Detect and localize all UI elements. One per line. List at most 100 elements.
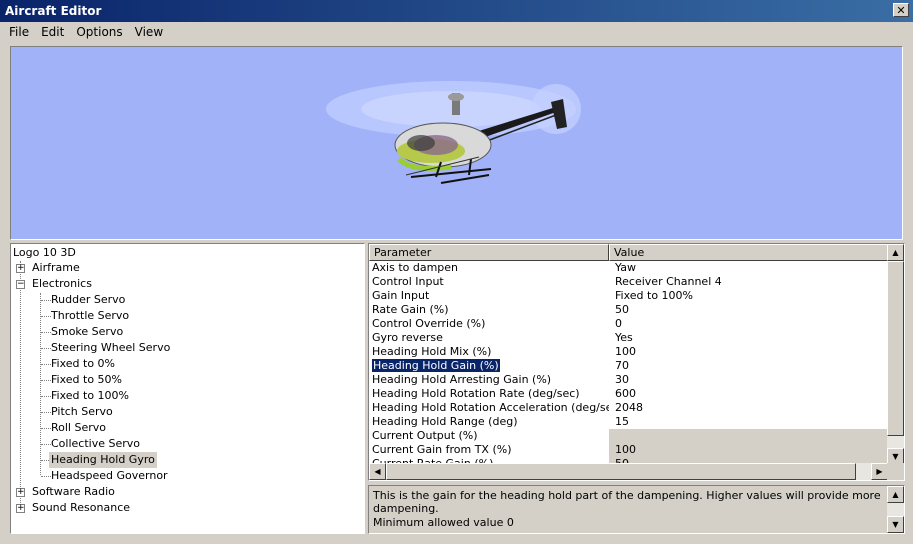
scroll-right-button[interactable]: ▶ (871, 463, 888, 480)
parameter-name: Heading Hold Arresting Gain (%) (372, 373, 552, 386)
parameter-value[interactable]: Fixed to 100% (609, 289, 888, 303)
parameter-name: Gyro reverse (372, 331, 443, 344)
scroll-corner (887, 463, 904, 480)
table-row[interactable]: Heading Hold Arresting Gain (%) 30 (369, 373, 888, 387)
parameter-grid[interactable]: Parameter Value Axis to dampen Yaw Contr… (368, 243, 905, 481)
table-row: Current Output (%) (369, 429, 888, 443)
scroll-down-button[interactable]: ▼ (887, 516, 904, 533)
description-scrollbar[interactable]: ▲ ▼ (887, 486, 904, 533)
table-row[interactable]: Control Override (%) 0 (369, 317, 888, 331)
menu-file[interactable]: File (3, 25, 35, 39)
parameter-value[interactable]: Receiver Channel 4 (609, 275, 888, 289)
parameter-name: Heading Hold Range (deg) (372, 415, 518, 428)
tree-connector (41, 316, 51, 317)
scroll-up-button[interactable]: ▲ (887, 244, 904, 261)
aircraft-component-tree[interactable]: Logo 10 3D + Airframe − Electronics Rudd… (10, 243, 365, 534)
parameter-value[interactable]: 100 (609, 345, 888, 359)
parameter-value[interactable]: 0 (609, 317, 888, 331)
table-row[interactable]: Axis to dampen Yaw (369, 261, 888, 275)
table-row[interactable]: Heading Hold Rotation Rate (deg/sec) 600 (369, 387, 888, 401)
title-bar: Aircraft Editor ✕ (0, 0, 913, 22)
parameter-value[interactable]: Yes (609, 331, 888, 345)
parameter-value-readonly (609, 429, 888, 443)
tree-node-fixed-50[interactable]: Fixed to 50% (51, 372, 122, 388)
table-row[interactable]: Control Input Receiver Channel 4 (369, 275, 888, 289)
parameter-value[interactable]: 30 (609, 373, 888, 387)
tree-connector (41, 412, 51, 413)
table-row[interactable]: Rate Gain (%) 50 (369, 303, 888, 317)
tree-connector (41, 300, 51, 301)
arrow-up-icon: ▲ (892, 248, 899, 257)
parameter-name: Gain Input (372, 289, 430, 302)
tree-node-steering-wheel-servo[interactable]: Steering Wheel Servo (51, 340, 170, 356)
tree-node-smoke-servo[interactable]: Smoke Servo (51, 324, 123, 340)
scroll-left-button[interactable]: ◀ (369, 463, 386, 480)
grid-body: Axis to dampen Yaw Control Input Receive… (369, 261, 888, 466)
tree-node-headspeed-governor[interactable]: Headspeed Governor (51, 468, 168, 484)
table-row[interactable]: Gain Input Fixed to 100% (369, 289, 888, 303)
tree-node-fixed-100[interactable]: Fixed to 100% (51, 388, 129, 404)
tree-node-throttle-servo[interactable]: Throttle Servo (51, 308, 129, 324)
aircraft-3d-viewport[interactable] (10, 46, 903, 240)
tree-node-airframe[interactable]: Airframe (32, 260, 80, 276)
expand-icon[interactable]: + (16, 264, 25, 273)
collapse-icon[interactable]: − (16, 280, 25, 289)
parameter-value[interactable]: 2048 (609, 401, 888, 415)
tree-node-fixed-0[interactable]: Fixed to 0% (51, 356, 115, 372)
tree-node-sound-resonance[interactable]: Sound Resonance (32, 500, 130, 516)
scroll-thumb[interactable] (386, 463, 856, 480)
parameter-value[interactable]: 600 (609, 387, 888, 401)
parameter-name: Control Override (%) (372, 317, 486, 330)
parameter-value[interactable]: 50 (609, 303, 888, 317)
parameter-name: Current Gain from TX (%) (372, 443, 512, 456)
expand-icon[interactable]: + (16, 504, 25, 513)
window-title: Aircraft Editor (5, 4, 102, 18)
description-text: This is the gain for the heading hold pa… (373, 489, 881, 515)
grid-header: Parameter Value (369, 244, 888, 261)
tree-node-rudder-servo[interactable]: Rudder Servo (51, 292, 125, 308)
parameter-name: Rate Gain (%) (372, 303, 449, 316)
table-row-selected[interactable]: Heading Hold Gain (%) 70 (369, 359, 888, 373)
table-row: Current Gain from TX (%) 100 (369, 443, 888, 457)
tree-connector (41, 476, 51, 477)
grid-horizontal-scrollbar[interactable]: ◀ ▶ (369, 463, 888, 480)
tree-connector (41, 396, 51, 397)
column-header-parameter[interactable]: Parameter (369, 244, 609, 261)
table-row[interactable]: Heading Hold Mix (%) 100 (369, 345, 888, 359)
description-min-value: Minimum allowed value 0 (373, 516, 514, 529)
parameter-value[interactable]: 70 (609, 359, 888, 373)
tree-node-heading-hold-gyro[interactable]: Heading Hold Gyro (49, 452, 157, 468)
parameter-name: Current Output (%) (372, 429, 478, 442)
tree-connector (41, 364, 51, 365)
tree-connector (40, 293, 41, 475)
menu-edit[interactable]: Edit (35, 25, 70, 39)
tree-node-electronics[interactable]: Electronics (32, 276, 92, 292)
expand-icon[interactable]: + (16, 488, 25, 497)
tree-root[interactable]: Logo 10 3D (13, 245, 76, 261)
parameter-name: Heading Hold Rotation Acceleration (deg/… (372, 401, 609, 414)
tree-connector (41, 428, 51, 429)
scroll-up-button[interactable]: ▲ (887, 486, 904, 503)
tree-connector (41, 444, 51, 445)
tree-node-roll-servo[interactable]: Roll Servo (51, 420, 106, 436)
tree-node-pitch-servo[interactable]: Pitch Servo (51, 404, 113, 420)
table-row[interactable]: Heading Hold Range (deg) 15 (369, 415, 888, 429)
selected-parameter-label: Heading Hold Gain (%) (372, 359, 500, 372)
parameter-name: Heading Hold Gain (%) (369, 359, 609, 373)
table-row[interactable]: Gyro reverse Yes (369, 331, 888, 345)
scroll-thumb[interactable] (887, 261, 904, 436)
parameter-value[interactable]: Yaw (609, 261, 888, 275)
column-header-value[interactable]: Value (609, 244, 888, 261)
menu-view[interactable]: View (129, 25, 169, 39)
tree-connector (41, 348, 51, 349)
grid-vertical-scrollbar[interactable]: ▲ ▼ (887, 244, 904, 465)
parameter-name: Heading Hold Rotation Rate (deg/sec) (372, 387, 580, 400)
menu-options[interactable]: Options (70, 25, 128, 39)
tree-node-software-radio[interactable]: Software Radio (32, 484, 115, 500)
close-button[interactable]: ✕ (893, 3, 909, 17)
table-row[interactable]: Heading Hold Rotation Acceleration (deg/… (369, 401, 888, 415)
parameter-value[interactable]: 15 (609, 415, 888, 429)
menu-bar: File Edit Options View (0, 22, 913, 42)
parameter-name: Axis to dampen (372, 261, 459, 274)
tree-node-collective-servo[interactable]: Collective Servo (51, 436, 140, 452)
